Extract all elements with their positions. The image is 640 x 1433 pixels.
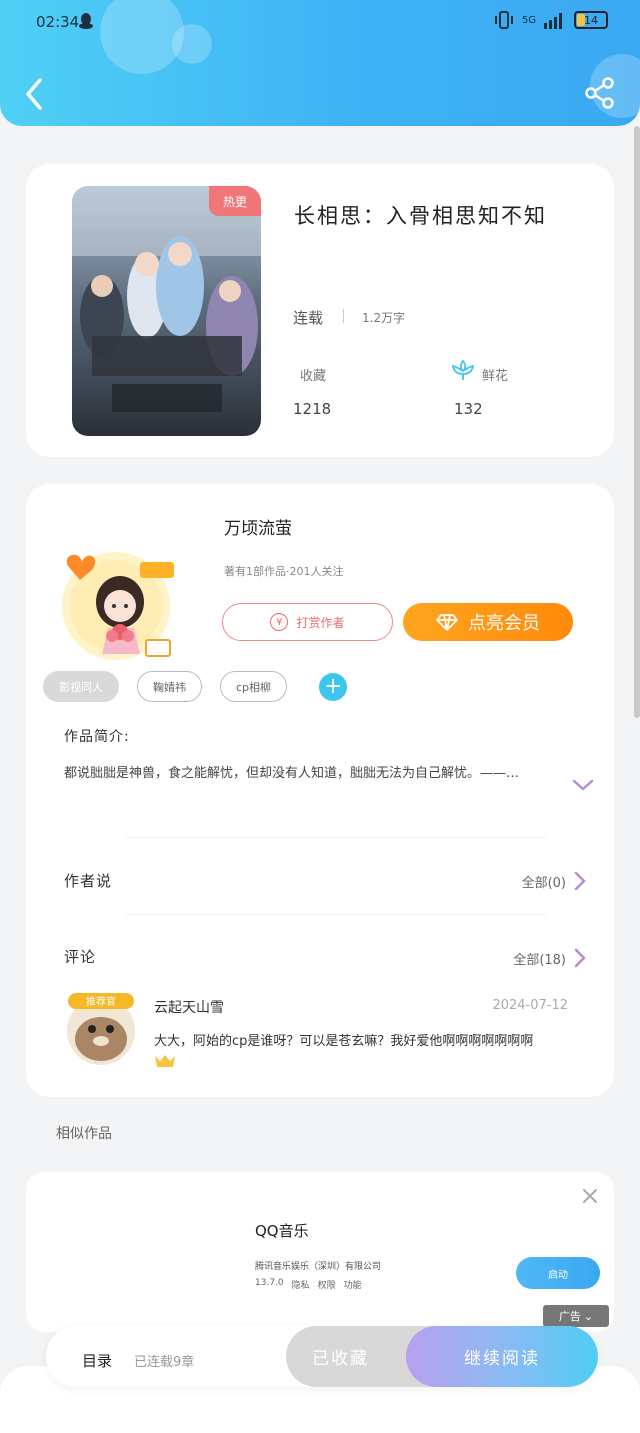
ad-badge-label: 广告 <box>558 1310 581 1323</box>
comments-all-link[interactable]: 全部(18) <box>513 948 586 968</box>
comments-all-label: 全部(18) <box>513 952 566 968</box>
author-name[interactable]: 万顷流萤 <box>224 514 292 539</box>
author-says-label: 作者说 <box>64 872 113 890</box>
author-says-all-label: 全部(0) <box>521 875 566 891</box>
chevron-right-icon <box>574 948 586 968</box>
ad-company: 腾讯音乐娱乐（深圳）有限公司 <box>255 1262 382 1272</box>
tip-author-button[interactable]: ¥ 打赏作者 <box>222 603 393 641</box>
ad-version: 13.7.0 <box>255 1278 284 1288</box>
continue-reading-label: 继续阅读 <box>464 1349 540 1369</box>
close-icon[interactable] <box>582 1188 598 1204</box>
book-info-card: 热更 长相思：入骨相思知不知 连载 1.2万字 收藏 1218 鲜花 132 <box>26 164 614 457</box>
similar-works-label: 相似作品 <box>56 1126 112 1142</box>
toc-chapter-count: 已连载9章 <box>134 1355 195 1370</box>
decorative-bubble <box>172 24 212 64</box>
author-avatar[interactable] <box>50 544 180 662</box>
favorites-label: 收藏 <box>300 369 327 384</box>
recommender-badge: 推荐官 <box>86 995 116 1008</box>
comments-label: 评论 <box>64 948 97 966</box>
ad-meta: 13.7.0 隐私 权限 功能 <box>255 1278 362 1291</box>
tag-item[interactable]: 鞠婧祎 <box>137 671 202 702</box>
ad-launch-button[interactable]: 启动 <box>516 1257 600 1289</box>
vip-label: 点亮会员 <box>468 613 540 634</box>
tip-author-label: 打赏作者 <box>296 615 345 630</box>
bottom-action-bar: 目录 已连载9章 已收藏 继续阅读 <box>46 1326 598 1387</box>
author-card: 万顷流萤 著有1部作品·201人关注 ¥ 打赏作者 点亮会员 影视同人 鞠婧祎 … <box>26 484 614 1097</box>
author-says-all-link[interactable]: 全部(0) <box>522 871 586 891</box>
vip-crown-icon <box>155 1055 175 1067</box>
divider <box>126 837 546 838</box>
battery-icon: 14 <box>574 11 608 29</box>
ad-permissions-link[interactable]: 权限 <box>318 1278 336 1291</box>
favorites-count: 1218 <box>293 400 332 418</box>
plus-icon[interactable]: + <box>319 672 348 701</box>
yen-icon: ¥ <box>270 613 289 631</box>
book-status: 连载 <box>293 309 324 327</box>
tag-list: 影视同人 鞠婧祎 cp相柳 + <box>43 671 348 702</box>
continue-reading-button[interactable]: 继续阅读 <box>406 1326 598 1387</box>
qq-icon <box>79 13 93 29</box>
ad-card[interactable]: QQ音乐 腾讯音乐娱乐（深圳）有限公司 13.7.0 隐私 权限 功能 启动 广… <box>26 1172 614 1332</box>
chevron-right-icon <box>574 871 586 891</box>
book-title: 长相思：入骨相思知不知 <box>294 204 547 228</box>
header: 02:34 5G 14 <box>0 0 640 126</box>
intro-text: 都说朏朏是神兽，食之能解忧，但却没有人知道，朏朏无法为自己解忧。——… <box>64 766 520 781</box>
flower-icon[interactable] <box>451 359 475 381</box>
collected-label: 已收藏 <box>312 1349 369 1369</box>
comment-text: 大大，阿始的cp是谁呀？可以是苍玄嘛？我好爱他啊啊啊啊啊啊啊 <box>154 1034 534 1049</box>
book-cover-image <box>72 186 261 436</box>
tag-item[interactable]: 影视同人 <box>43 671 119 702</box>
diamond-icon <box>436 614 458 631</box>
scrollbar[interactable] <box>634 126 640 718</box>
commenter-name[interactable]: 云起天山雪 <box>154 997 224 1017</box>
chevron-down-icon[interactable] <box>572 778 594 792</box>
ad-badge[interactable]: 广告 ⌄ <box>543 1305 609 1327</box>
comment-date: 2024-07-12 <box>492 998 568 1013</box>
toc-button[interactable]: 目录 <box>82 1350 112 1371</box>
battery-level: 14 <box>584 13 598 27</box>
vibrate-icon <box>494 11 513 29</box>
share-icon[interactable] <box>584 76 616 110</box>
signal-icon <box>544 13 562 29</box>
hot-badge: 热更 <box>209 186 261 216</box>
status-time: 02:34 <box>36 13 80 31</box>
author-meta: 著有1部作品·201人关注 <box>224 565 344 578</box>
vip-button[interactable]: 点亮会员 <box>403 603 573 641</box>
ad-title: QQ音乐 <box>255 1222 309 1240</box>
divider <box>343 309 344 323</box>
back-arrow-icon[interactable] <box>22 74 50 114</box>
flowers-label: 鲜花 <box>482 369 509 384</box>
commenter-avatar[interactable]: 推荐官 <box>62 989 140 1067</box>
tag-item[interactable]: cp相柳 <box>220 671 288 702</box>
decorative-bubble <box>100 0 184 74</box>
divider <box>126 914 546 915</box>
status-icons: 5G 14 <box>494 10 608 30</box>
book-word-count: 1.2万字 <box>362 311 406 325</box>
ad-features-link[interactable]: 功能 <box>344 1278 362 1291</box>
signal-label: 5G <box>521 14 536 26</box>
intro-label: 作品简介: <box>64 729 130 745</box>
flowers-count: 132 <box>454 400 483 418</box>
ad-privacy-link[interactable]: 隐私 <box>292 1278 310 1291</box>
chevron-down-icon: ⌄ <box>583 1309 594 1323</box>
book-cover[interactable]: 热更 <box>72 186 261 436</box>
